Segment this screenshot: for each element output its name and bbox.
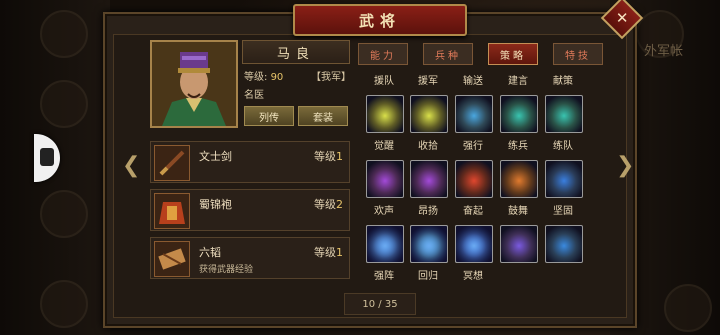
title-bar: 武将 bbox=[293, 4, 467, 36]
skill-label: 援队 bbox=[374, 76, 394, 87]
skill-label: 昂扬 bbox=[418, 206, 438, 217]
skill-label: 冥想 bbox=[463, 271, 483, 282]
prev-arrow-icon[interactable]: ❮ bbox=[122, 154, 140, 178]
skill-icon[interactable] bbox=[500, 160, 538, 198]
skill-label: 强阵 bbox=[374, 271, 394, 282]
close-icon: ✕ bbox=[615, 8, 629, 27]
equipment-slot-weapon[interactable]: 文士剑 等级1 bbox=[150, 141, 350, 183]
skill-label: 坚固 bbox=[553, 206, 573, 217]
backdrop-hint: 外军帐 bbox=[644, 44, 684, 59]
outfit-button[interactable]: 套装 bbox=[298, 106, 348, 126]
skill-icon[interactable] bbox=[410, 160, 448, 198]
general-faction: 【我军】 bbox=[311, 72, 351, 83]
skill-icon[interactable] bbox=[455, 95, 493, 133]
equipment-name: 文士剑 bbox=[199, 150, 232, 163]
skill-icon[interactable] bbox=[455, 160, 493, 198]
backdrop-menu-button bbox=[664, 284, 712, 332]
window-title: 武将 bbox=[358, 11, 401, 30]
backdrop-button-left-1 bbox=[40, 80, 88, 128]
backdrop-button-left-3 bbox=[40, 280, 88, 328]
general-level: 等级: 90 bbox=[244, 68, 283, 83]
skill-icon[interactable] bbox=[366, 160, 404, 198]
tab-ability[interactable]: 能力 bbox=[358, 43, 408, 65]
skill-label: 收拾 bbox=[418, 141, 438, 152]
skill-label: 练兵 bbox=[508, 141, 528, 152]
equipment-slot-book[interactable]: 六韬 等级1 获得武器经验 bbox=[150, 237, 350, 279]
backdrop-avatar-left bbox=[40, 10, 88, 58]
equipment-slot-armor[interactable]: 蜀锦袍 等级2 bbox=[150, 189, 350, 231]
skill-icon[interactable] bbox=[500, 95, 538, 133]
equipment-name: 蜀锦袍 bbox=[199, 198, 232, 211]
skill-label: 援军 bbox=[418, 76, 438, 87]
tab-special[interactable]: 特技 bbox=[553, 43, 603, 65]
skill-icon[interactable] bbox=[545, 225, 583, 263]
page-indicator: 10 / 35 bbox=[344, 293, 416, 315]
skill-icon[interactable] bbox=[500, 225, 538, 263]
equipment-level: 等级1 bbox=[314, 246, 343, 259]
skill-icon[interactable] bbox=[545, 95, 583, 133]
equipment-level: 等级1 bbox=[314, 150, 343, 163]
skill-icon[interactable] bbox=[455, 225, 493, 263]
skill-label: 回归 bbox=[418, 271, 438, 282]
next-arrow-icon[interactable]: ❯ bbox=[616, 154, 634, 178]
skill-label: 觉醒 bbox=[374, 141, 394, 152]
skill-icon[interactable] bbox=[545, 160, 583, 198]
tab-strategy[interactable]: 策略 bbox=[488, 43, 538, 65]
skill-icon[interactable] bbox=[410, 225, 448, 263]
skill-label: 建言 bbox=[508, 76, 528, 87]
skill-label: 献策 bbox=[553, 76, 573, 87]
sword-icon bbox=[154, 145, 190, 181]
tab-troops[interactable]: 兵种 bbox=[423, 43, 473, 65]
biography-button[interactable]: 列传 bbox=[244, 106, 294, 126]
skill-icon[interactable] bbox=[366, 225, 404, 263]
equipment-name: 六韬 bbox=[199, 246, 221, 259]
assist-icon bbox=[40, 148, 54, 166]
skill-label: 鼓舞 bbox=[508, 206, 528, 217]
skill-icon[interactable] bbox=[410, 95, 448, 133]
scroll-icon bbox=[154, 241, 190, 277]
equipment-desc: 获得武器经验 bbox=[199, 265, 254, 275]
general-name: 马良 bbox=[242, 40, 350, 64]
skill-label: 输送 bbox=[463, 76, 483, 87]
general-portrait bbox=[150, 40, 238, 128]
general-title: 名医 bbox=[244, 90, 264, 101]
skill-icon[interactable] bbox=[366, 95, 404, 133]
level-value: 90 bbox=[270, 72, 284, 83]
skill-label: 奋起 bbox=[463, 206, 483, 217]
skill-label: 欢声 bbox=[374, 206, 394, 217]
backdrop-button-left-2 bbox=[40, 190, 88, 238]
equipment-level: 等级2 bbox=[314, 198, 343, 211]
skill-label: 强行 bbox=[463, 141, 483, 152]
robe-icon bbox=[154, 193, 190, 229]
skill-label: 练队 bbox=[553, 141, 573, 152]
level-label: 等级: bbox=[244, 72, 268, 83]
